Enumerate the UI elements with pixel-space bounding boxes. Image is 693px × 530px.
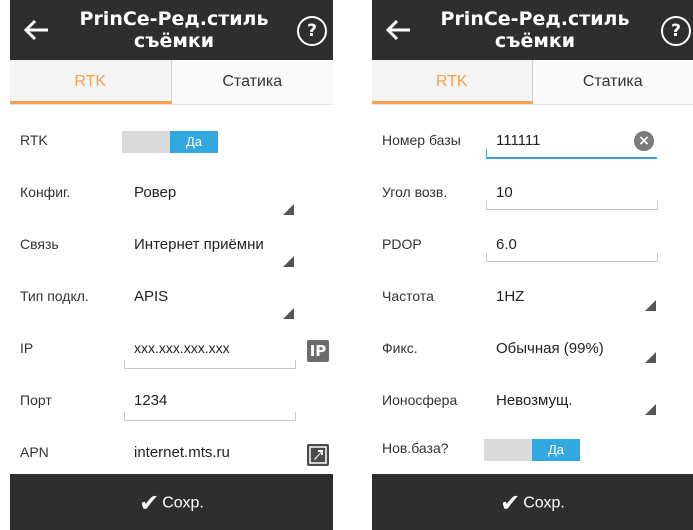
ip-input[interactable]: xxx.xxx.xxx.xxx: [134, 340, 230, 356]
rtk-row: RTK Да: [10, 118, 333, 170]
dropdown-caret-icon: [283, 204, 294, 215]
pdop-row: PDOP 6.0: [372, 222, 693, 274]
link-row: Связь Интернет приёмни: [10, 222, 333, 274]
base-number-underline: [486, 149, 657, 159]
bottom-bar: ✔ Сохр.: [10, 474, 333, 530]
ionosphere-select[interactable]: Невозмущ.: [496, 392, 573, 409]
frequency-label: Частота: [382, 288, 434, 304]
top-bar: PrinCe-Ред.стиль съёмки ?: [10, 0, 333, 60]
new-base-toggle[interactable]: Да: [484, 439, 580, 461]
tab-static[interactable]: Статика: [171, 60, 333, 104]
dropdown-caret-icon: [645, 352, 656, 363]
link-label: Связь: [20, 236, 59, 252]
dropdown-caret-icon: [283, 256, 294, 267]
left-screen: PrinCe-Ред.стиль съёмки ? RTK Статика RT…: [10, 0, 333, 530]
fix-label: Фикс.: [382, 340, 418, 356]
save-button[interactable]: ✔ Сохр.: [10, 489, 333, 518]
bottom-bar: ✔ Сохр.: [372, 474, 693, 530]
elev-angle-row: Угол возв. 10: [372, 170, 693, 222]
checkmark-icon: ✔: [500, 490, 521, 517]
ip-input-underline: [124, 360, 296, 369]
checkmark-icon: ✔: [139, 490, 160, 517]
right-screen: PrinCe-Ред.стиль съёмки ? RTK Статика Но…: [372, 0, 693, 530]
apn-label: APN: [20, 444, 49, 460]
toggle-on-label: Да: [532, 439, 580, 461]
tab-static[interactable]: Статика: [532, 60, 693, 104]
dropdown-caret-icon: [645, 404, 656, 415]
fix-select[interactable]: Обычная (99%): [496, 340, 604, 357]
ip-row: IP xxx.xxx.xxx.xxx IP: [10, 326, 333, 378]
conn-type-row: Тип подкл. APIS: [10, 274, 333, 326]
ionosphere-label: Ионосфера: [382, 392, 458, 408]
elev-angle-label: Угол возв.: [382, 184, 448, 200]
help-icon[interactable]: ?: [297, 16, 327, 46]
screen-title: PrinCe-Ред.стиль съёмки: [440, 8, 630, 52]
config-label: Конфиг.: [20, 184, 71, 200]
elev-angle-underline: [486, 201, 658, 210]
new-base-row: Нов.база? Да: [372, 426, 693, 478]
apn-input[interactable]: internet.mts.ru: [134, 444, 230, 461]
clear-icon[interactable]: ×: [634, 131, 654, 151]
pdop-input[interactable]: 6.0: [496, 236, 517, 253]
rtk-toggle[interactable]: Да: [122, 131, 218, 153]
external-link-icon[interactable]: [307, 444, 329, 466]
save-label: Сохр.: [523, 494, 565, 512]
port-input-underline: [124, 412, 296, 421]
ionosphere-row: Ионосфера Невозмущ.: [372, 378, 693, 430]
tab-rtk[interactable]: RTK: [372, 60, 533, 104]
dropdown-caret-icon: [645, 300, 656, 311]
back-arrow-icon[interactable]: [382, 14, 416, 46]
base-number-label: Номер базы: [382, 132, 461, 148]
pdop-label: PDOP: [382, 236, 422, 252]
port-input[interactable]: 1234: [134, 392, 167, 409]
port-label: Порт: [20, 392, 52, 408]
conn-type-select[interactable]: APIS: [134, 288, 168, 305]
new-base-label: Нов.база?: [382, 440, 449, 456]
tab-rtk[interactable]: RTK: [10, 60, 172, 104]
tab-bar: RTK Статика: [372, 60, 693, 105]
save-label: Сохр.: [162, 494, 204, 512]
screen-title: PrinCe-Ред.стиль съёмки: [79, 8, 269, 52]
config-row: Конфиг. Ровер: [10, 170, 333, 222]
base-number-input[interactable]: 111111: [496, 132, 541, 149]
elev-angle-input[interactable]: 10: [496, 184, 513, 201]
ip-button[interactable]: IP: [307, 340, 329, 362]
save-button[interactable]: ✔ Сохр.: [372, 489, 693, 518]
pdop-underline: [486, 253, 658, 262]
link-select[interactable]: Интернет приёмни: [134, 236, 284, 253]
toggle-on-label: Да: [170, 131, 218, 153]
port-row: Порт 1234: [10, 378, 333, 430]
base-number-row: Номер базы 111111 ×: [372, 118, 693, 170]
back-arrow-icon[interactable]: [20, 14, 54, 46]
frequency-select[interactable]: 1HZ: [496, 288, 524, 305]
tab-bar: RTK Статика: [10, 60, 333, 105]
dropdown-caret-icon: [283, 308, 294, 319]
help-icon[interactable]: ?: [661, 16, 691, 46]
frequency-row: Частота 1HZ: [372, 274, 693, 326]
config-select[interactable]: Ровер: [134, 184, 176, 201]
conn-type-label: Тип подкл.: [20, 288, 89, 304]
fix-row: Фикс. Обычная (99%): [372, 326, 693, 378]
top-bar: PrinCe-Ред.стиль съёмки ?: [372, 0, 693, 60]
ip-label: IP: [20, 340, 34, 356]
rtk-label: RTK: [20, 132, 48, 148]
